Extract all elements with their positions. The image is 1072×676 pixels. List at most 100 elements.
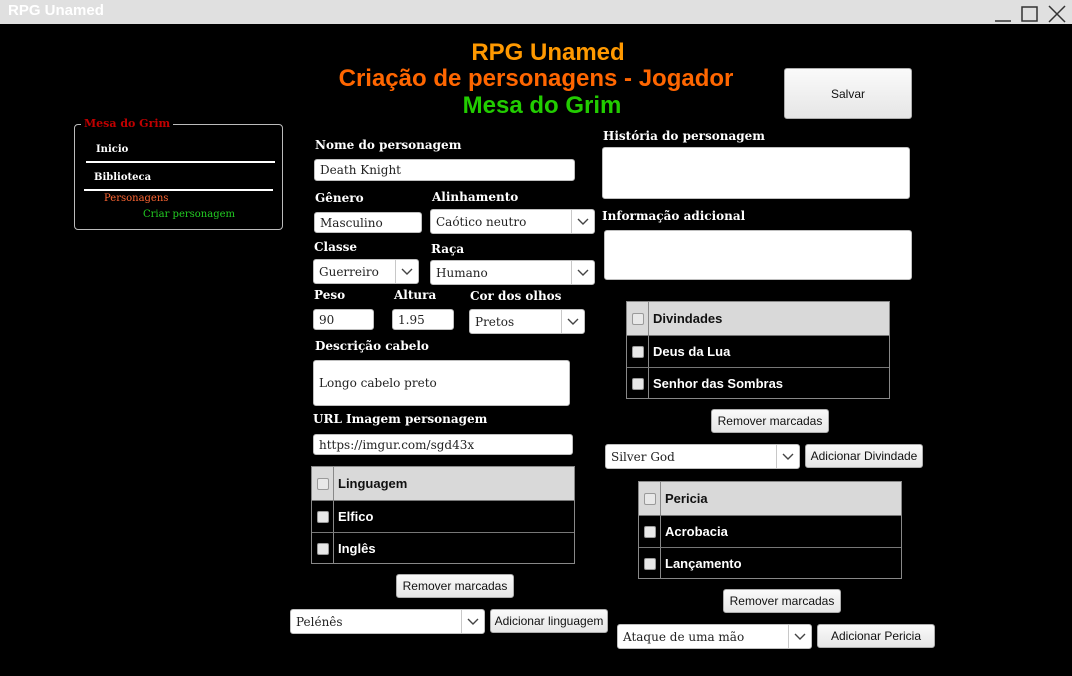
hair-field[interactable]: Longo cabelo preto xyxy=(313,360,570,406)
language-name: Elfico xyxy=(338,509,374,524)
class-value: Guerreiro xyxy=(319,264,379,279)
skill-select-value: Ataque de uma mão xyxy=(623,629,745,644)
eye-color-label: Cor dos olhos xyxy=(470,289,562,303)
race-label: Raça xyxy=(431,242,465,256)
language-select[interactable]: Pelénês xyxy=(290,609,485,634)
skills-table-header: Pericia xyxy=(639,482,901,515)
height-field[interactable]: 1.95 xyxy=(392,309,454,330)
sidebar-legend: Mesa do Grim xyxy=(81,117,174,130)
image-url-label: URL Imagem personagem xyxy=(313,412,488,426)
image-url-field[interactable]: https://imgur.com/sgd43x xyxy=(313,434,573,455)
sidebar-nav: Mesa do Grim Inicio Biblioteca Personage… xyxy=(74,117,283,230)
nav-divider xyxy=(86,161,275,163)
row-checkbox[interactable] xyxy=(316,510,329,523)
remove-languages-button[interactable]: Remover marcadas xyxy=(396,574,514,598)
table-row[interactable]: Elfico xyxy=(312,500,574,532)
deities-table: Divindades Deus da Lua Senhor das Sombra… xyxy=(626,301,890,399)
select-all-checkbox[interactable] xyxy=(316,477,329,490)
class-select[interactable]: Guerreiro xyxy=(313,259,419,284)
nav-divider xyxy=(84,189,273,191)
table-name: Mesa do Grim xyxy=(462,92,622,119)
skill-name: Acrobacia xyxy=(665,524,728,539)
chevron-down-icon[interactable] xyxy=(571,261,594,284)
close-icon[interactable] xyxy=(1044,3,1070,23)
row-checkbox[interactable] xyxy=(631,377,644,390)
table-row[interactable]: Lançamento xyxy=(639,547,901,579)
table-row[interactable]: Inglês xyxy=(312,532,574,564)
weight-field[interactable]: 90 xyxy=(313,309,374,330)
row-checkbox[interactable] xyxy=(643,557,656,570)
alignment-label: Alinhamento xyxy=(432,190,519,204)
table-row[interactable]: Acrobacia xyxy=(639,515,901,547)
race-select[interactable]: Humano xyxy=(430,260,595,285)
skills-table: Pericia Acrobacia Lançamento xyxy=(638,481,902,579)
add-deity-button[interactable]: Adicionar Divindade xyxy=(805,444,923,468)
eye-color-value: Pretos xyxy=(475,314,515,329)
language-column-header: Linguagem xyxy=(338,476,408,491)
table-row[interactable]: Deus da Lua xyxy=(627,335,889,367)
chevron-down-icon[interactable] xyxy=(461,610,484,633)
class-label: Classe xyxy=(314,240,358,254)
row-checkbox-cell xyxy=(627,368,649,399)
alignment-value: Caótico neutro xyxy=(436,214,527,229)
row-checkbox[interactable] xyxy=(643,525,656,538)
sidebar-item-inicio[interactable]: Inicio xyxy=(96,144,128,155)
skill-select[interactable]: Ataque de uma mão xyxy=(617,624,812,649)
name-field[interactable]: Death Knight xyxy=(314,159,575,181)
chevron-down-icon[interactable] xyxy=(395,260,418,283)
select-all-checkbox-cell xyxy=(627,302,649,335)
deity-name: Senhor das Sombras xyxy=(653,376,784,391)
eye-color-select[interactable]: Pretos xyxy=(469,309,585,334)
window-title: RPG Unamed xyxy=(8,2,104,19)
skills-column-header: Pericia xyxy=(665,491,708,506)
deity-select-value: Silver God xyxy=(611,449,675,464)
chevron-down-icon[interactable] xyxy=(561,310,584,333)
select-all-checkbox-cell xyxy=(312,467,334,500)
page-subtitle: Criação de personagens - Jogador xyxy=(338,65,734,92)
story-label: História do personagem xyxy=(603,129,765,143)
maximize-icon[interactable] xyxy=(1017,3,1043,23)
row-checkbox-cell xyxy=(312,501,334,532)
language-table: Linguagem Elfico Inglês xyxy=(311,466,575,564)
hair-label: Descrição cabelo xyxy=(315,339,429,353)
deity-name: Deus da Lua xyxy=(653,344,731,359)
extra-info-field[interactable] xyxy=(604,230,912,280)
select-all-checkbox[interactable] xyxy=(643,492,656,505)
sidebar-item-personagens[interactable]: Personagens xyxy=(104,193,168,204)
row-checkbox-cell xyxy=(639,516,661,547)
add-skill-button[interactable]: Adicionar Pericia xyxy=(817,624,935,648)
save-button[interactable]: Salvar xyxy=(784,68,912,119)
gender-field[interactable]: Masculino xyxy=(314,212,422,233)
extra-info-label: Informação adicional xyxy=(602,209,746,223)
chevron-down-icon[interactable] xyxy=(571,210,594,233)
height-label: Altura xyxy=(394,288,437,302)
race-value: Humano xyxy=(436,265,488,280)
app-title: RPG Unamed xyxy=(471,39,625,66)
alignment-select[interactable]: Caótico neutro xyxy=(430,209,595,234)
remove-skills-button[interactable]: Remover marcadas xyxy=(723,589,841,613)
row-checkbox[interactable] xyxy=(316,542,329,555)
deity-select[interactable]: Silver God xyxy=(605,444,800,469)
gender-label: Gênero xyxy=(315,191,364,205)
select-all-checkbox[interactable] xyxy=(631,312,644,325)
row-checkbox-cell xyxy=(627,336,649,367)
select-all-checkbox-cell xyxy=(639,482,661,515)
row-checkbox[interactable] xyxy=(631,345,644,358)
story-field[interactable] xyxy=(602,147,910,199)
weight-label: Peso xyxy=(314,288,346,302)
sidebar-item-criar-personagem[interactable]: Criar personagem xyxy=(143,209,235,220)
row-checkbox-cell xyxy=(312,533,334,564)
row-checkbox-cell xyxy=(639,548,661,579)
chevron-down-icon[interactable] xyxy=(776,445,799,468)
name-label: Nome do personagem xyxy=(315,138,462,152)
language-table-header: Linguagem xyxy=(312,467,574,500)
language-name: Inglês xyxy=(338,541,376,556)
add-language-button[interactable]: Adicionar linguagem xyxy=(490,609,608,633)
window-title-bar: RPG Unamed xyxy=(0,0,1072,24)
chevron-down-icon[interactable] xyxy=(788,625,811,648)
remove-deities-button[interactable]: Remover marcadas xyxy=(711,409,829,433)
sidebar-item-biblioteca[interactable]: Biblioteca xyxy=(94,172,151,183)
deities-table-header: Divindades xyxy=(627,302,889,335)
minimize-icon[interactable] xyxy=(990,3,1016,23)
table-row[interactable]: Senhor das Sombras xyxy=(627,367,889,399)
